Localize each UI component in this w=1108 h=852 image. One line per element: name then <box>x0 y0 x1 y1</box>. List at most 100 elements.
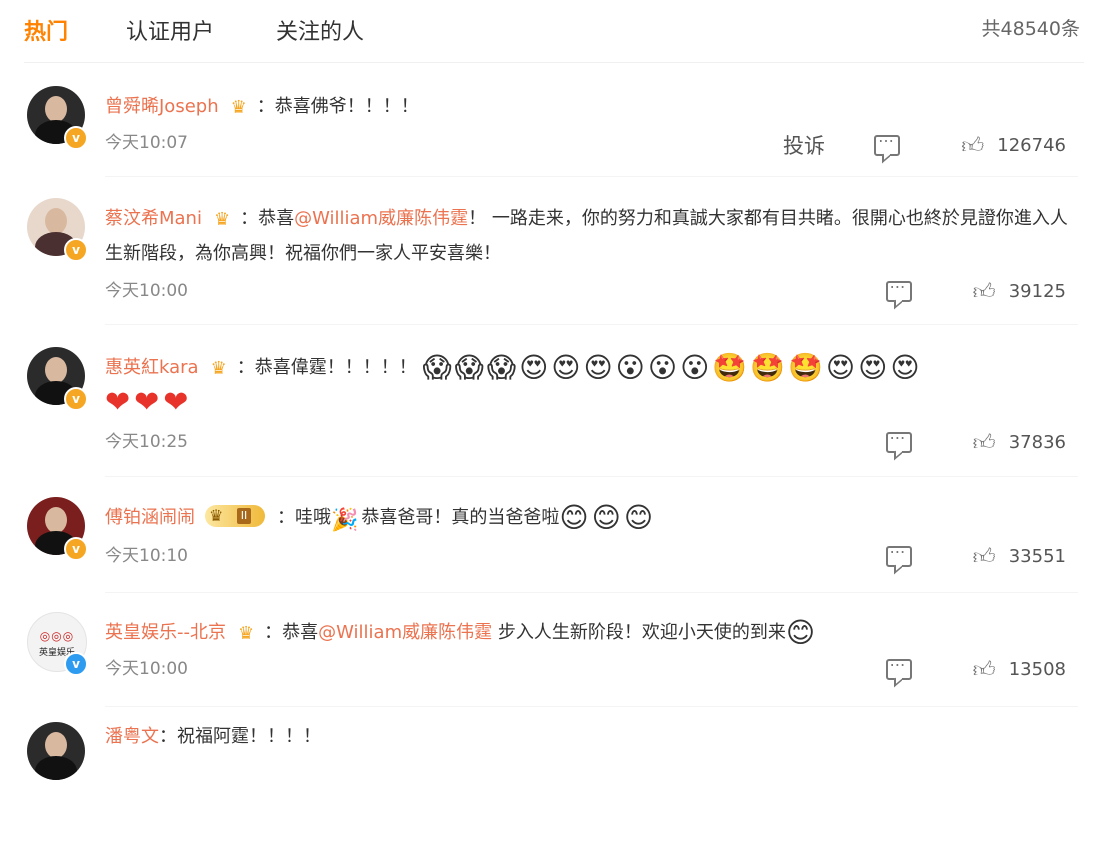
comment-content: 潘粤文：祝福阿霆！！！！ <box>105 720 1078 754</box>
report-button[interactable]: 投诉 <box>783 130 825 160</box>
heart-eyes-emoji-icon: 😍 <box>890 351 920 384</box>
username[interactable]: 傅铂涵闹闹 <box>105 507 195 528</box>
heart-icon: ❤ <box>134 385 160 420</box>
verified-badge-icon: v <box>64 126 88 150</box>
comment-item: v 曾舜晞Joseph ♛ ：恭喜佛爷！！！！ 今天10:07 投诉 👍︎ 1267… <box>0 86 1108 216</box>
comment-text: 祝福阿霆！！！！ <box>177 726 321 747</box>
like-count: 33551 <box>1008 546 1066 567</box>
reply-icon[interactable] <box>885 277 912 302</box>
separator: ： <box>277 507 295 528</box>
reply-icon[interactable] <box>885 428 912 453</box>
username[interactable]: 英皇娱乐--北京 <box>105 622 226 643</box>
tab-hot[interactable]: 热门 <box>24 14 68 46</box>
comment-actions: 👍︎ 37836 <box>885 428 1066 459</box>
avatar[interactable] <box>27 722 85 780</box>
heart-eyes-emoji-icon: 😍 <box>583 351 613 384</box>
party-popper-icon: 🎉 <box>331 508 359 533</box>
verified-badge-icon: v <box>64 238 88 262</box>
crown-badge-icon: ♛ <box>238 623 255 644</box>
comment-content: 英皇娱乐--北京 ♛ ：恭喜@William威廉陈伟霆 步入人生新阶段！欢迎小天使的… <box>105 616 1078 651</box>
comment-time: 今天10:07 <box>105 133 188 153</box>
tab-verified-users[interactable]: 认证用户 <box>126 14 214 46</box>
mention-link[interactable]: @William威廉陈伟霆 <box>294 208 468 229</box>
username[interactable]: 潘粤文 <box>105 726 159 747</box>
comment-divider <box>105 592 1078 593</box>
comment-item: v 傅铂涵闹闹♛II：哇哦🎉恭喜爸哥！真的当爸爸啦😊😊😊 今天10:10 👍︎ … <box>0 497 1108 627</box>
comment-text-after: 步入人生新阶段！欢迎小天使的到来 <box>492 622 786 643</box>
brand-logo-icon: ◎◎◎ <box>39 629 75 643</box>
surprised-emoji-icon: 😮 <box>680 351 710 384</box>
comment-item: 潘粤文：祝福阿霆！！！！ <box>0 722 1108 852</box>
heart-eyes-emoji-icon: 😍 <box>825 351 856 384</box>
separator: ： <box>159 726 177 747</box>
blush-emoji-icon: 😊 <box>591 501 621 534</box>
username[interactable]: 惠英紅kara <box>105 357 199 378</box>
tab-divider <box>24 62 1084 63</box>
crown-badge-icon: ♛ <box>230 97 247 118</box>
like-icon[interactable]: 👍︎ <box>973 543 996 570</box>
reply-icon[interactable] <box>885 542 912 567</box>
vip-level-badge-icon: ♛ II <box>205 505 265 527</box>
comment-content: 惠英紅kara ♛ ：恭喜偉霆！！！！！ 😱 😱 😱 😍 😍 😍 😮 😮 😮 🤩 🤩 🤩 😍 😍 😍 ❤ ❤ ❤ <box>105 351 1078 424</box>
comment-actions: 👍︎ 33551 <box>885 542 1066 573</box>
comment-time: 今天10:00 <box>105 659 188 679</box>
crown-badge-icon: ♛ <box>213 209 231 230</box>
like-icon[interactable]: 👍︎ <box>973 429 996 456</box>
verified-badge-icon: v <box>64 652 88 676</box>
comment-divider <box>105 476 1078 477</box>
separator: ： <box>264 622 283 643</box>
star-struck-emoji-icon: 🤩 <box>712 351 748 384</box>
comment-actions: 👍︎ 13508 <box>885 655 1066 686</box>
like-count: 13508 <box>1008 659 1066 680</box>
tab-following[interactable]: 关注的人 <box>276 14 364 46</box>
heart-icon: ❤ <box>105 385 131 420</box>
comment-text-before: 哇哦 <box>295 507 331 528</box>
username[interactable]: 曾舜晞Joseph <box>105 96 219 117</box>
crown-badge-icon: ♛ <box>210 358 227 379</box>
comment-divider <box>105 706 1078 707</box>
comment-actions: 投诉 👍︎ 126746 <box>783 130 1066 160</box>
reply-icon[interactable] <box>874 131 901 156</box>
comment-content: 曾舜晞Joseph ♛ ：恭喜佛爷！！！！ <box>105 90 1078 125</box>
scream-emoji-icon: 😱 <box>454 351 484 384</box>
star-struck-emoji-icon: 🤩 <box>750 351 786 384</box>
like-icon[interactable]: 👍︎ <box>973 656 996 683</box>
username[interactable]: 蔡汶希Mani <box>105 208 202 229</box>
comment-text-after: 恭喜爸哥！真的当爸爸啦 <box>361 507 560 528</box>
heart-eyes-emoji-icon: 😍 <box>519 351 549 384</box>
comment-text: 恭喜佛爷！！！！ <box>274 96 419 117</box>
blush-emoji-icon: 😊 <box>623 501 654 534</box>
mention-link[interactable]: @William威廉陈伟霆 <box>318 622 492 643</box>
comment-time: 今天10:10 <box>105 546 188 566</box>
comment-divider <box>105 324 1078 325</box>
comment-time: 今天10:25 <box>105 432 188 452</box>
comment-content: 傅铂涵闹闹 ♛ II ：哇哦🎉 恭喜爸哥！真的当爸爸啦😊 😊 😊 <box>105 501 1078 538</box>
surprised-emoji-icon: 😮 <box>615 351 645 384</box>
comment-item: v 蔡汶希Mani ♛ ：恭喜@William威廉陈伟霆！ 一路走来，你的努力和真誠… <box>0 198 1108 328</box>
comment-actions: 👍︎ 39125 <box>885 277 1066 308</box>
heart-icon: ❤ <box>163 385 189 420</box>
heart-eyes-emoji-icon: 😍 <box>858 351 888 384</box>
comment-content: 蔡汶希Mani ♛ ：恭喜@William威廉陈伟霆！ 一路走来，你的努力和真誠大家… <box>105 202 1078 271</box>
verified-badge-icon: v <box>64 537 88 561</box>
scream-emoji-icon: 😱 <box>486 351 517 384</box>
separator: ： <box>240 208 259 229</box>
comment-divider <box>105 176 1078 177</box>
blush-emoji-icon: 😊 <box>559 501 589 534</box>
surprised-emoji-icon: 😮 <box>647 351 678 384</box>
comment-tabs: 热门 认证用户 关注的人 <box>24 14 1108 46</box>
heart-eyes-emoji-icon: 😍 <box>551 351 581 384</box>
like-count: 37836 <box>1008 432 1066 453</box>
separator: ： <box>256 96 275 117</box>
reply-icon[interactable] <box>885 655 912 680</box>
scream-emoji-icon: 😱 <box>422 351 452 384</box>
verified-badge-icon: v <box>64 387 88 411</box>
blush-emoji-icon: 😊 <box>785 616 816 649</box>
star-struck-emoji-icon: 🤩 <box>788 351 823 384</box>
separator: ： <box>236 357 255 378</box>
like-icon[interactable]: 👍︎ <box>973 278 996 305</box>
like-count: 126746 <box>997 134 1066 156</box>
total-count: 共48540条 <box>981 18 1080 40</box>
like-icon[interactable]: 👍︎ <box>961 132 984 159</box>
comment-item: v 惠英紅kara ♛ ：恭喜偉霆！！！！！ 😱 😱 😱 😍 😍 😍 😮 😮 😮 🤩 🤩 🤩 😍 😍 😍 ❤ ❤ ❤… <box>0 347 1108 477</box>
